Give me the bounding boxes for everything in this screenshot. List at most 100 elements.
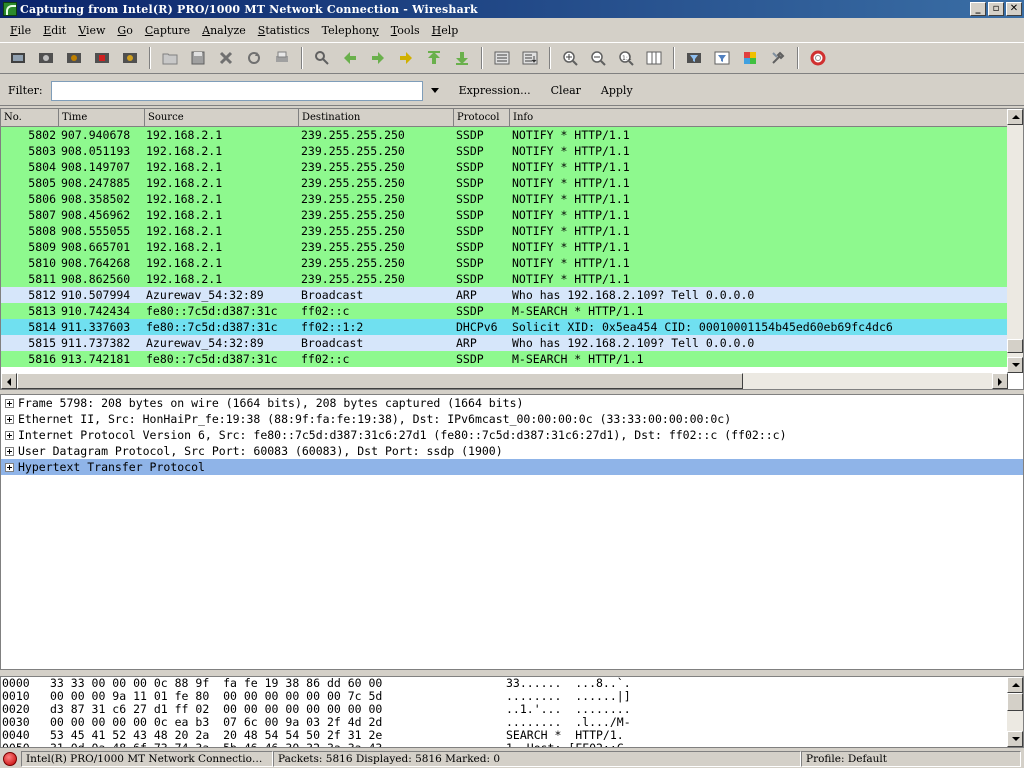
- expression-button[interactable]: Expression...: [455, 82, 535, 99]
- packet-list-hscrollbar[interactable]: [1, 373, 1008, 389]
- bytes-scroll-up-button[interactable]: [1007, 677, 1023, 693]
- go-to-packet-button[interactable]: [394, 46, 418, 70]
- scroll-left-button[interactable]: [1, 373, 17, 389]
- expand-plus-icon[interactable]: [5, 430, 14, 440]
- packet-row[interactable]: 5807 908.456962 192.168.2.1 239.255.255.250…: [1, 207, 1008, 223]
- coloring-rules-button[interactable]: [738, 46, 762, 70]
- column-header-info[interactable]: Info: [510, 109, 1023, 126]
- packet-cell-info: NOTIFY * HTTP/1.1: [512, 208, 630, 222]
- stop-capture-button[interactable]: [90, 46, 114, 70]
- clear-button[interactable]: Clear: [547, 82, 585, 99]
- column-header-source[interactable]: Source: [145, 109, 299, 126]
- scroll-down-button[interactable]: [1007, 357, 1023, 373]
- scroll-up-button[interactable]: [1007, 109, 1023, 125]
- bytes-scroll-down-button[interactable]: [1007, 731, 1023, 747]
- packet-row[interactable]: 5803 908.051193 192.168.2.1 239.255.255.250…: [1, 143, 1008, 159]
- filter-input[interactable]: [50, 80, 423, 101]
- colorize-button[interactable]: [490, 46, 514, 70]
- help-button[interactable]: [806, 46, 830, 70]
- packet-details-pane[interactable]: Frame 5798: 208 bytes on wire (1664 bits…: [0, 394, 1024, 670]
- expand-plus-icon[interactable]: [5, 398, 14, 408]
- go-back-button[interactable]: [338, 46, 362, 70]
- status-profile[interactable]: Profile: Default: [801, 751, 1021, 767]
- menu-go[interactable]: Go: [111, 24, 138, 37]
- packet-row[interactable]: 5808 908.555055 192.168.2.1 239.255.255.250…: [1, 223, 1008, 239]
- menu-telephony[interactable]: Telephony: [316, 24, 385, 37]
- start-capture-button[interactable]: [62, 46, 86, 70]
- detail-tree-item[interactable]: User Datagram Protocol, Src Port: 60083 …: [1, 443, 1023, 459]
- packet-row[interactable]: 5815 911.737382 Azurewav_54:32:89 Broadcast…: [1, 335, 1008, 351]
- resize-columns-button[interactable]: [642, 46, 666, 70]
- print-button[interactable]: [270, 46, 294, 70]
- zoom-normal-button[interactable]: 1:1: [614, 46, 638, 70]
- zoom-in-button[interactable]: [558, 46, 582, 70]
- apply-button[interactable]: Apply: [597, 82, 637, 99]
- scroll-right-button[interactable]: [992, 373, 1008, 389]
- detail-tree-item[interactable]: Hypertext Transfer Protocol: [1, 459, 1023, 475]
- scroll-thumb[interactable]: [1007, 339, 1023, 353]
- detail-tree-item[interactable]: Ethernet II, Src: HonHaiPr_fe:19:38 (88:…: [1, 411, 1023, 427]
- detail-tree-item[interactable]: Internet Protocol Version 6, Src: fe80::…: [1, 427, 1023, 443]
- packet-cell-src: 192.168.2.1: [146, 160, 223, 174]
- filter-dropdown-button[interactable]: [427, 81, 443, 101]
- menu-file[interactable]: File: [4, 24, 37, 37]
- column-header-time[interactable]: Time: [59, 109, 145, 126]
- close-button[interactable]: ✕: [1006, 2, 1022, 16]
- find-packet-button[interactable]: [310, 46, 334, 70]
- go-first-button[interactable]: [422, 46, 446, 70]
- hex-bytes[interactable]: 31 0d 0a 48 6f 73 74 3a 5b 46 46 30 32 3…: [50, 742, 506, 748]
- packet-row[interactable]: 5816 913.742181 fe80::7c5d:d387:31c ff02::c…: [1, 351, 1008, 367]
- packet-row[interactable]: 5814 911.337603 fe80::7c5d:d387:31c ff02::1…: [1, 319, 1008, 335]
- menu-view[interactable]: View: [72, 24, 111, 37]
- packet-row[interactable]: 5804 908.149707 192.168.2.1 239.255.255.250…: [1, 159, 1008, 175]
- menu-tools[interactable]: Tools: [385, 24, 426, 37]
- menu-analyze[interactable]: Analyze: [196, 24, 252, 37]
- hscroll-thumb[interactable]: [17, 373, 743, 389]
- menu-capture[interactable]: Capture: [139, 24, 196, 37]
- packet-row[interactable]: 5813 910.742434 fe80::7c5d:d387:31c ff02::c…: [1, 303, 1008, 319]
- packet-row[interactable]: 5810 908.764268 192.168.2.1 239.255.255.250…: [1, 255, 1008, 271]
- packet-row[interactable]: 5811 908.862560 192.168.2.1 239.255.255.250…: [1, 271, 1008, 287]
- column-header-protocol[interactable]: Protocol: [454, 109, 510, 126]
- close-file-button[interactable]: [214, 46, 238, 70]
- expert-info-led-icon[interactable]: [3, 752, 17, 766]
- packet-row[interactable]: 5809 908.665701 192.168.2.1 239.255.255.250…: [1, 239, 1008, 255]
- go-last-button[interactable]: [450, 46, 474, 70]
- packet-row[interactable]: 5805 908.247885 192.168.2.1 239.255.255.250…: [1, 175, 1008, 191]
- display-filters-button[interactable]: [710, 46, 734, 70]
- column-header-no[interactable]: No.: [1, 109, 59, 126]
- bytes-scroll-thumb[interactable]: [1007, 693, 1023, 711]
- auto-scroll-button[interactable]: [518, 46, 542, 70]
- hex-offset[interactable]: 0050: [1, 742, 50, 748]
- packet-row[interactable]: 5806 908.358502 192.168.2.1 239.255.255.250…: [1, 191, 1008, 207]
- expand-plus-icon[interactable]: [5, 414, 14, 424]
- preferences-button[interactable]: [766, 46, 790, 70]
- detail-tree-item[interactable]: Frame 5798: 208 bytes on wire (1664 bits…: [1, 395, 1023, 411]
- hex-ascii[interactable]: 1..Host: [FF02::C: [506, 742, 706, 748]
- restart-capture-icon: [123, 53, 137, 63]
- expand-plus-icon[interactable]: [5, 446, 14, 456]
- menu-help[interactable]: Help: [426, 24, 465, 37]
- minimize-button[interactable]: _: [970, 2, 986, 16]
- expand-plus-icon[interactable]: [5, 462, 14, 472]
- interface-list-button[interactable]: [6, 46, 30, 70]
- zoom-out-button[interactable]: [586, 46, 610, 70]
- capture-options-button[interactable]: [34, 46, 58, 70]
- packet-row[interactable]: 5802 907.940678 192.168.2.1 239.255.255.250…: [1, 127, 1008, 143]
- column-header-destination[interactable]: Destination: [299, 109, 454, 126]
- wireshark-app-icon[interactable]: [3, 2, 17, 16]
- bytes-vscrollbar[interactable]: [1007, 677, 1023, 747]
- reload-button[interactable]: [242, 46, 266, 70]
- save-file-button[interactable]: [186, 46, 210, 70]
- packet-list-vscrollbar[interactable]: [1007, 109, 1023, 373]
- go-forward-button[interactable]: [366, 46, 390, 70]
- menu-statistics[interactable]: Statistics: [252, 24, 316, 37]
- restart-capture-button[interactable]: [118, 46, 142, 70]
- packet-row[interactable]: 5812 910.507994 Azurewav_54:32:89 Broadcast…: [1, 287, 1008, 303]
- menu-edit[interactable]: Edit: [37, 24, 72, 37]
- open-file-button[interactable]: [158, 46, 182, 70]
- capture-filters-button[interactable]: [682, 46, 706, 70]
- packet-bytes-pane[interactable]: 0000 33 33 00 00 00 0c 88 9f fa fe 19 38 …: [0, 676, 1024, 748]
- maximize-button[interactable]: ▫: [988, 2, 1004, 16]
- packet-list[interactable]: No. Time Source Destination Protocol Inf…: [0, 108, 1024, 390]
